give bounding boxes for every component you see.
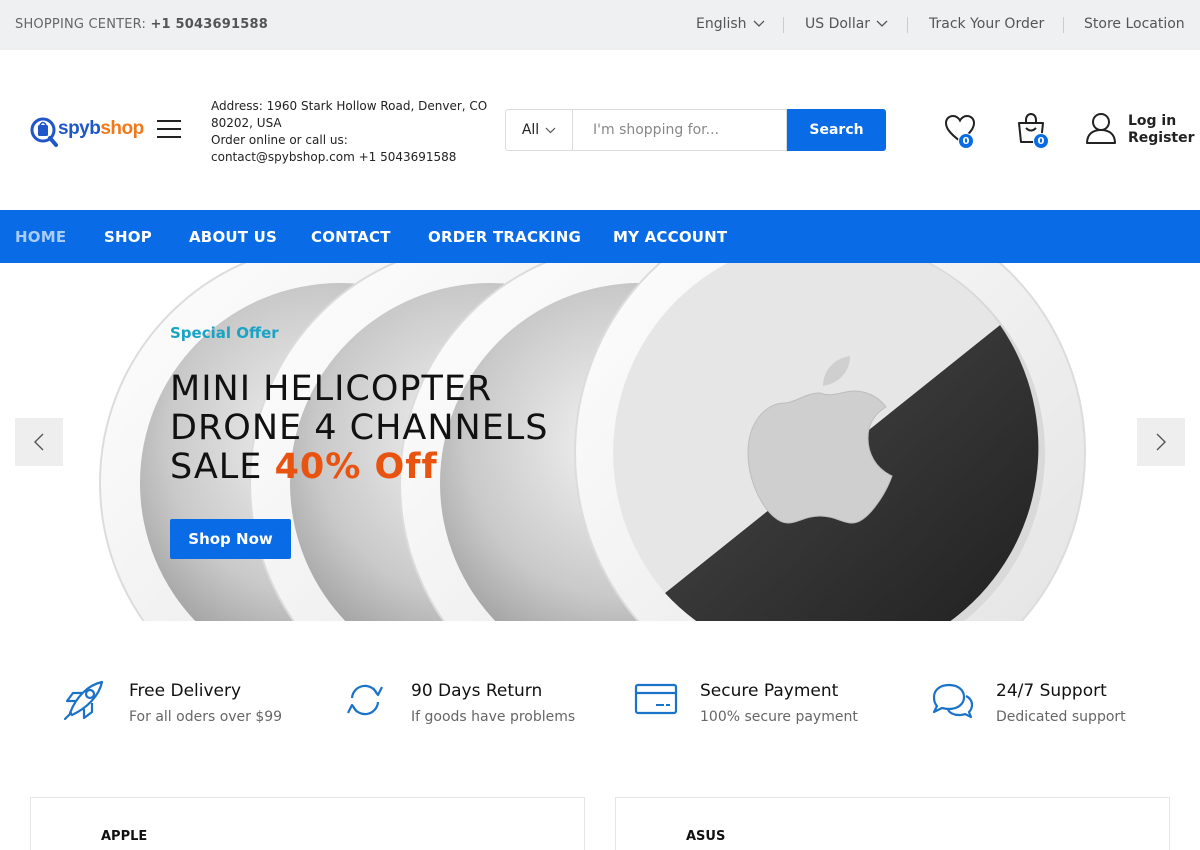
menu-toggle-button[interactable] [157,120,181,138]
chevron-right-icon [1156,433,1166,451]
brand-label: APPLE [101,829,148,844]
feature-subtitle: For all oders over $99 [129,709,283,725]
feature-title: Secure Payment [700,681,839,701]
search-category-select[interactable]: All [505,109,572,151]
cart-button[interactable]: 0 [1015,112,1049,149]
wishlist-count-badge: 0 [958,133,974,149]
chevron-down-icon [545,127,556,133]
account-button[interactable] [1085,112,1117,146]
brand-card-apple[interactable]: APPLE [30,797,585,850]
account-links: Log in Register [1128,113,1195,147]
nav-order-tracking[interactable]: ORDER TRACKING [428,228,581,246]
feature-subtitle: If goods have problems [411,709,576,725]
store-location-link[interactable]: Store Location [1084,16,1185,32]
credit-card-icon [634,683,678,715]
hero-slider: Special Offer MINI HELICOPTER DRONE 4 CH… [0,263,1200,621]
user-icon [1086,113,1116,144]
language-label: English [696,16,747,32]
phone-number[interactable]: +1 5043691588 [150,17,268,32]
cart-count-badge: 0 [1033,133,1049,149]
nav-shop[interactable]: SHOP [104,228,152,246]
hero-title: MINI HELICOPTER DRONE 4 CHANNELS SALE 40… [170,370,549,487]
chevron-down-icon [876,20,888,27]
nav-contact[interactable]: CONTACT [311,228,391,246]
feature-title: 90 Days Return [411,681,543,701]
store-address: Address: 1960 Stark Hollow Road, Denver,… [211,98,491,166]
brand-label: ASUS [686,829,726,844]
logo-text-part1: spyb [58,118,101,139]
site-header: spybshop Address: 1960 Stark Hollow Road… [0,50,1200,210]
search-bar: All Search [505,109,886,151]
chevron-left-icon [34,433,44,451]
site-logo[interactable]: spybshop [30,109,144,149]
shopping-center-phone: SHOPPING CENTER: +1 5043691588 [15,17,268,32]
chevron-down-icon [753,20,765,27]
slider-prev-button[interactable] [15,418,63,466]
search-button[interactable]: Search [787,109,886,151]
feature-title: Free Delivery [129,681,242,701]
shop-now-button[interactable]: Shop Now [170,519,291,559]
track-order-label: Track Your Order [929,16,1045,32]
logo-text-part2: shop [100,118,144,139]
login-link[interactable]: Log in [1128,113,1195,130]
register-link[interactable]: Register [1128,130,1195,147]
slider-next-button[interactable] [1137,418,1185,466]
brand-card-asus[interactable]: ASUS [615,797,1170,850]
hero-title-line: SALE 40% Off [170,448,549,487]
feature-subtitle: Dedicated support [996,709,1126,725]
refresh-icon [347,684,383,716]
feature-subtitle: 100% secure payment [700,709,858,725]
nav-about-us[interactable]: ABOUT US [189,228,277,246]
logo-text: spybshop [58,118,144,140]
currency-label: US Dollar [805,16,871,32]
main-navigation: HOME SHOP ABOUT US CONTACT ORDER TRACKIN… [0,210,1200,263]
hero-title-line: DRONE 4 CHANNELS [170,408,549,448]
search-input[interactable] [572,109,787,151]
top-bar: SHOPPING CENTER: +1 5043691588 English U… [0,0,1200,50]
nav-my-account[interactable]: MY ACCOUNT [613,228,727,246]
contact-info: contact@spybshop.com +1 5043691588 [211,150,457,164]
track-order-link[interactable]: Track Your Order [929,16,1044,32]
wishlist-button[interactable]: 0 [944,114,976,149]
shopping-bag-magnifier-icon [30,117,58,147]
hero-discount: 40% Off [274,447,438,487]
hero-eyebrow: Special Offer [170,324,279,342]
divider [783,17,784,33]
currency-selector[interactable]: US Dollar [805,16,888,32]
divider [1063,17,1064,33]
phone-label: SHOPPING CENTER: [15,17,147,32]
language-selector[interactable]: English [696,16,765,32]
order-online-label: Order online or call us: [211,133,348,147]
chat-bubbles-icon [932,683,974,719]
address-line: Address: 1960 Stark Hollow Road, Denver,… [211,99,488,130]
feature-title: 24/7 Support [996,681,1107,701]
nav-home[interactable]: HOME [15,228,66,246]
hero-title-line: MINI HELICOPTER [170,369,493,409]
divider [907,17,908,33]
store-location-label: Store Location [1084,16,1185,32]
search-category-label: All [521,122,540,138]
hero-title-prefix: SALE [170,447,263,487]
rocket-icon [63,680,104,721]
